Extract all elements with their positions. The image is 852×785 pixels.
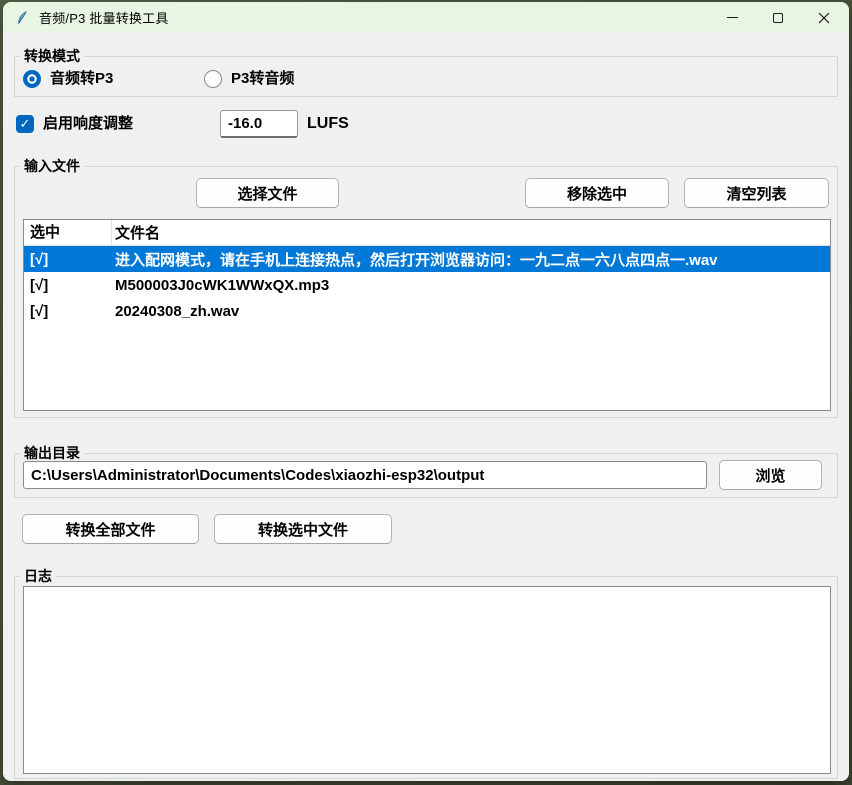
- maximize-icon: [773, 13, 783, 23]
- radio-on-icon: [23, 70, 41, 88]
- app-window: 音频/P3 批量转换工具 转换模式 音频转P3 P3转音频 ✓: [3, 2, 849, 781]
- file-list-table: 选中 文件名 [√] 进入配网模式，请在手机上连接热点，然后打开浏览器访问：一九…: [23, 219, 831, 411]
- radio-label: 音频转P3: [50, 69, 113, 88]
- row-checked-cell: [√]: [24, 277, 112, 294]
- row-checked-cell: [√]: [24, 303, 112, 320]
- table-row[interactable]: [√] 进入配网模式，请在手机上连接热点，然后打开浏览器访问：一九二点一六八点四…: [24, 246, 830, 272]
- lufs-input[interactable]: -16.0: [220, 110, 298, 138]
- minimize-button[interactable]: [709, 2, 755, 33]
- radio-p3-to-audio[interactable]: P3转音频: [204, 69, 294, 88]
- column-header-selected[interactable]: 选中: [24, 220, 112, 246]
- table-row[interactable]: [√] M500003J0cWK1WWxQX.mp3: [24, 272, 830, 298]
- input-groupbox: 输入文件 选择文件 移除选中 清空列表 选中 文件名 [√] 进入配网模式，请在…: [14, 166, 838, 418]
- select-files-button[interactable]: 选择文件: [196, 178, 339, 208]
- mode-group-label: 转换模式: [20, 47, 84, 66]
- lufs-unit-label: LUFS: [307, 109, 349, 139]
- radio-label: P3转音频: [231, 69, 294, 88]
- row-checked-cell: [√]: [24, 251, 112, 268]
- python-feather-icon: [14, 10, 30, 26]
- close-icon: [818, 12, 830, 24]
- log-textarea[interactable]: [23, 586, 831, 774]
- loudness-checkbox[interactable]: ✓ 启用响度调整: [16, 114, 133, 133]
- row-filename-cell: 进入配网模式，请在手机上连接热点，然后打开浏览器访问：一九二点一六八点四点一.w…: [112, 249, 830, 270]
- radio-audio-to-p3[interactable]: 音频转P3: [23, 69, 113, 88]
- desktop: { "window": { "title": "音频/P3 批量转换工具", "…: [0, 0, 852, 785]
- browse-button[interactable]: 浏览: [719, 460, 822, 490]
- output-path-input[interactable]: C:\Users\Administrator\Documents\Codes\x…: [23, 461, 707, 489]
- convert-selected-button[interactable]: 转换选中文件: [214, 514, 392, 544]
- row-filename-cell: 20240308_zh.wav: [112, 303, 830, 320]
- row-filename-cell: M500003J0cWK1WWxQX.mp3: [112, 277, 830, 294]
- convert-all-button[interactable]: 转换全部文件: [22, 514, 199, 544]
- loudness-checkbox-label: 启用响度调整: [43, 114, 133, 133]
- clear-list-button[interactable]: 清空列表: [684, 178, 829, 208]
- titlebar[interactable]: 音频/P3 批量转换工具: [3, 2, 849, 33]
- output-groupbox: 输出目录 C:\Users\Administrator\Documents\Co…: [14, 453, 838, 498]
- client-area: 转换模式 音频转P3 P3转音频 ✓ 启用响度调整 -16.0 LUFS 输入文…: [3, 33, 849, 781]
- log-groupbox: 日志: [14, 576, 838, 779]
- window-controls: [709, 2, 847, 33]
- radio-off-icon: [204, 70, 222, 88]
- file-table-header: 选中 文件名: [24, 220, 830, 246]
- maximize-button[interactable]: [755, 2, 801, 33]
- table-row[interactable]: [√] 20240308_zh.wav: [24, 298, 830, 324]
- column-header-filename[interactable]: 文件名: [112, 222, 830, 243]
- minimize-icon: [727, 17, 738, 18]
- window-title: 音频/P3 批量转换工具: [39, 8, 169, 27]
- log-group-label: 日志: [20, 567, 56, 586]
- checkbox-checked-icon: ✓: [16, 115, 34, 133]
- input-group-label: 输入文件: [20, 157, 84, 176]
- mode-groupbox: 转换模式 音频转P3 P3转音频: [14, 56, 838, 97]
- remove-selected-button[interactable]: 移除选中: [525, 178, 669, 208]
- loudness-row: ✓ 启用响度调整 -16.0 LUFS: [3, 109, 849, 139]
- close-button[interactable]: [801, 2, 847, 33]
